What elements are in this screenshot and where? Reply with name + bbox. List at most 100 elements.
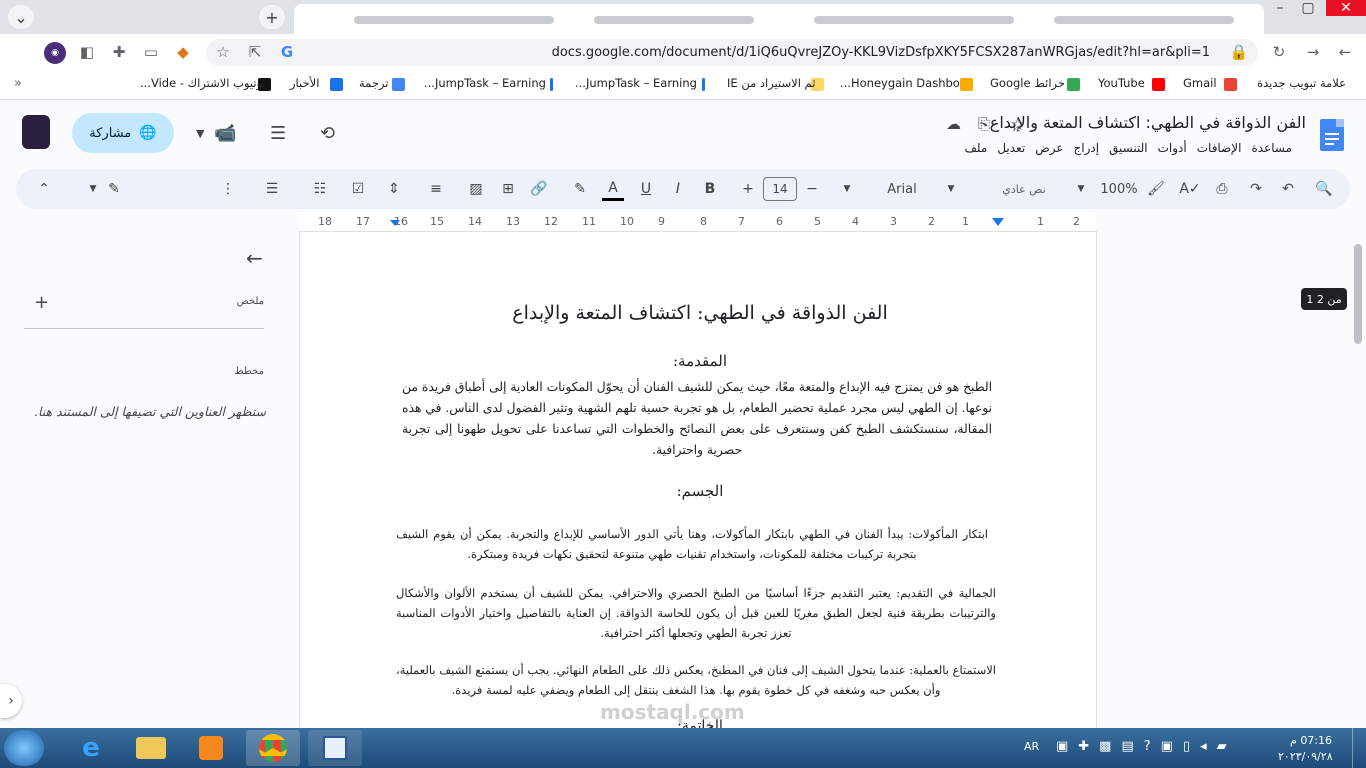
ie-icon[interactable]: e <box>64 730 118 766</box>
image-icon[interactable]: ▨ <box>466 177 486 201</box>
doc-heading[interactable]: الفن الذواقة في الطهي: اكتشاف المتعة وال… <box>450 302 950 324</box>
clock-time[interactable]: 07:16 م <box>1290 734 1332 747</box>
add-summary-button[interactable]: + <box>34 292 49 313</box>
show-desktop-button[interactable] <box>1352 728 1366 768</box>
spellcheck-icon[interactable]: A✓ <box>1179 177 1200 201</box>
reload-icon[interactable]: ↻ <box>1268 42 1290 62</box>
metamask-icon[interactable]: ◆ <box>172 42 194 62</box>
minimize-icon[interactable]: – <box>1268 0 1292 16</box>
media-player-icon[interactable] <box>184 730 238 766</box>
italic-icon[interactable]: I <box>668 177 688 201</box>
redo-icon[interactable]: ↷ <box>1246 177 1266 201</box>
bookmark-jumptask-1[interactable]: JumpTask – Earning... <box>575 76 697 90</box>
search-menus-icon[interactable]: 🔍 <box>1314 177 1334 201</box>
intro-heading[interactable]: المقدمة: <box>600 352 800 370</box>
menu-insert[interactable]: إدراج <box>1073 141 1099 155</box>
bookmark-ie-import[interactable]: ثم الاستيراد من IE <box>727 76 815 90</box>
body-paragraph-3[interactable]: الاستمتاع بالعملية: عندما يتحول الشيف إل… <box>396 660 996 700</box>
more-bookmarks-icon[interactable]: » <box>14 76 22 91</box>
active-tab[interactable] <box>294 4 1264 34</box>
font-select[interactable]: Arial <box>880 177 924 201</box>
font-size-input[interactable]: 14 <box>763 177 797 201</box>
body-paragraph-1[interactable]: ابتكار المأكولات: يبدأ الفنان في الطهي ب… <box>396 524 988 564</box>
chevron-down-icon[interactable]: ▼ <box>1074 177 1088 201</box>
tray-icons[interactable]: ▣✚▩▤?▣▯◂▰ <box>1056 739 1237 754</box>
increase-font-icon[interactable]: + <box>738 177 758 201</box>
print-icon[interactable]: ⎙ <box>1212 177 1232 201</box>
language-indicator[interactable]: AR <box>1024 740 1039 753</box>
menu-file[interactable]: ملف <box>965 141 988 155</box>
profile-avatar-icon[interactable]: ◉ <box>44 42 66 64</box>
numbered-list-icon[interactable]: ☰ <box>262 177 282 201</box>
editing-mode-icon[interactable]: ✎ <box>104 177 124 201</box>
explorer-icon[interactable] <box>124 730 178 766</box>
bookmark-maps[interactable]: خرائط Google <box>990 76 1065 90</box>
docs-logo-icon[interactable] <box>1320 119 1344 151</box>
document-title[interactable]: الفن الذواقة في الطهي: اكتشاف المتعة وال… <box>990 113 1306 132</box>
share-button[interactable]: مشاركة 🌐 <box>72 113 174 153</box>
checklist-icon[interactable]: ☑ <box>348 177 368 201</box>
chrome-taskbar-icon[interactable] <box>246 730 300 766</box>
word-icon[interactable] <box>308 730 362 766</box>
lock-icon[interactable]: 🔒 <box>1228 42 1250 62</box>
vertical-scrollbar[interactable] <box>1354 244 1362 344</box>
chat-extension-icon[interactable]: ▭ <box>140 42 162 62</box>
chevron-down-icon[interactable]: ▼ <box>840 177 854 201</box>
share-page-icon[interactable]: ⇱ <box>244 42 266 62</box>
google-lens-icon[interactable]: G <box>276 42 298 62</box>
bookmark-jumptask-2[interactable]: JumpTask – Earning... <box>424 76 546 90</box>
bookmark-star-icon[interactable]: ☆ <box>212 42 234 62</box>
highlight-icon[interactable]: ✎ <box>570 177 590 201</box>
document-page[interactable]: الفن الذواقة في الطهي: اكتشاف المتعة وال… <box>300 232 1096 734</box>
ruler[interactable]: 2 1 1 2 3 4 5 6 7 8 9 10 11 12 13 14 15 … <box>300 212 1096 232</box>
clock-date[interactable]: ٢٠٢٣/٠٩/٢٨ <box>1278 750 1333 763</box>
line-spacing-icon[interactable]: ⇕ <box>384 177 404 201</box>
account-avatar[interactable] <box>22 115 50 149</box>
move-folder-icon[interactable]: ⎘ <box>978 115 990 133</box>
bookmark-new-tab[interactable]: علامة تبويب جديدة <box>1257 76 1346 90</box>
intro-paragraph[interactable]: الطبخ هو فن يمتزج فيه الإبداع والمتعة مع… <box>402 377 992 461</box>
bulleted-list-icon[interactable]: ☷ <box>310 177 330 201</box>
tab-search-button[interactable]: ⌄ <box>8 5 34 29</box>
expand-panel-icon[interactable]: › <box>0 684 22 718</box>
forward-icon[interactable]: ← <box>1334 42 1356 62</box>
menu-tools[interactable]: أدوات <box>1158 141 1187 155</box>
undo-icon[interactable]: ↶ <box>1278 177 1298 201</box>
chevron-down-icon[interactable]: ▼ <box>86 177 100 201</box>
chevron-down-icon[interactable]: ▼ <box>196 127 204 140</box>
bookmark-youtube[interactable]: YouTube <box>1098 76 1145 90</box>
bookmark-gmail[interactable]: Gmail <box>1183 76 1217 90</box>
collapse-menus-icon[interactable]: ⌃ <box>34 177 54 201</box>
side-panel-icon[interactable]: ◧ <box>76 42 98 62</box>
link-icon[interactable]: 🔗 <box>528 177 550 201</box>
left-indent-marker[interactable] <box>390 220 400 226</box>
text-color-icon[interactable]: A <box>602 177 624 201</box>
bold-icon[interactable]: B <box>700 177 720 201</box>
chevron-down-icon[interactable]: ▼ <box>944 177 958 201</box>
menu-view[interactable]: عرض <box>1035 141 1063 155</box>
menu-format[interactable]: التنسيق <box>1109 141 1148 155</box>
more-options-icon[interactable]: ⋮ <box>221 177 235 201</box>
star-icon[interactable]: ☆ <box>1010 115 1025 135</box>
right-indent-marker[interactable] <box>992 218 1004 226</box>
zoom-select[interactable]: 100% <box>1096 177 1142 201</box>
extensions-icon[interactable]: ✚ <box>108 42 130 62</box>
menu-edit[interactable]: تعديل <box>997 141 1025 155</box>
maximize-icon[interactable]: ▢ <box>1296 0 1320 16</box>
underline-icon[interactable]: U <box>636 177 656 201</box>
comments-icon[interactable]: ☰ <box>270 123 286 144</box>
align-icon[interactable]: ≡ <box>426 177 446 201</box>
close-icon[interactable]: ✕ <box>1326 0 1366 16</box>
cloud-status-icon[interactable]: ☁ <box>946 115 961 133</box>
body-heading[interactable]: الجسم: <box>600 482 800 500</box>
close-outline-icon[interactable]: ← <box>246 246 263 270</box>
menu-help[interactable]: مساعدة <box>1251 141 1292 155</box>
bookmark-translate[interactable]: ترجمة <box>359 76 388 90</box>
new-tab-button[interactable]: + <box>259 5 285 29</box>
bookmark-news[interactable]: الأخبار <box>290 76 319 90</box>
body-paragraph-2[interactable]: الجمالية في التقديم: يعتبر التقديم جزءًا… <box>396 583 996 643</box>
menu-extensions[interactable]: الإضافات <box>1197 141 1242 155</box>
bookmark-video[interactable]: يوتيوب الاشتراك - Vide... <box>140 76 266 90</box>
style-select[interactable]: نص عادي <box>984 177 1064 201</box>
bookmark-honeygain[interactable]: Honeygain Dashbo... <box>840 76 960 90</box>
